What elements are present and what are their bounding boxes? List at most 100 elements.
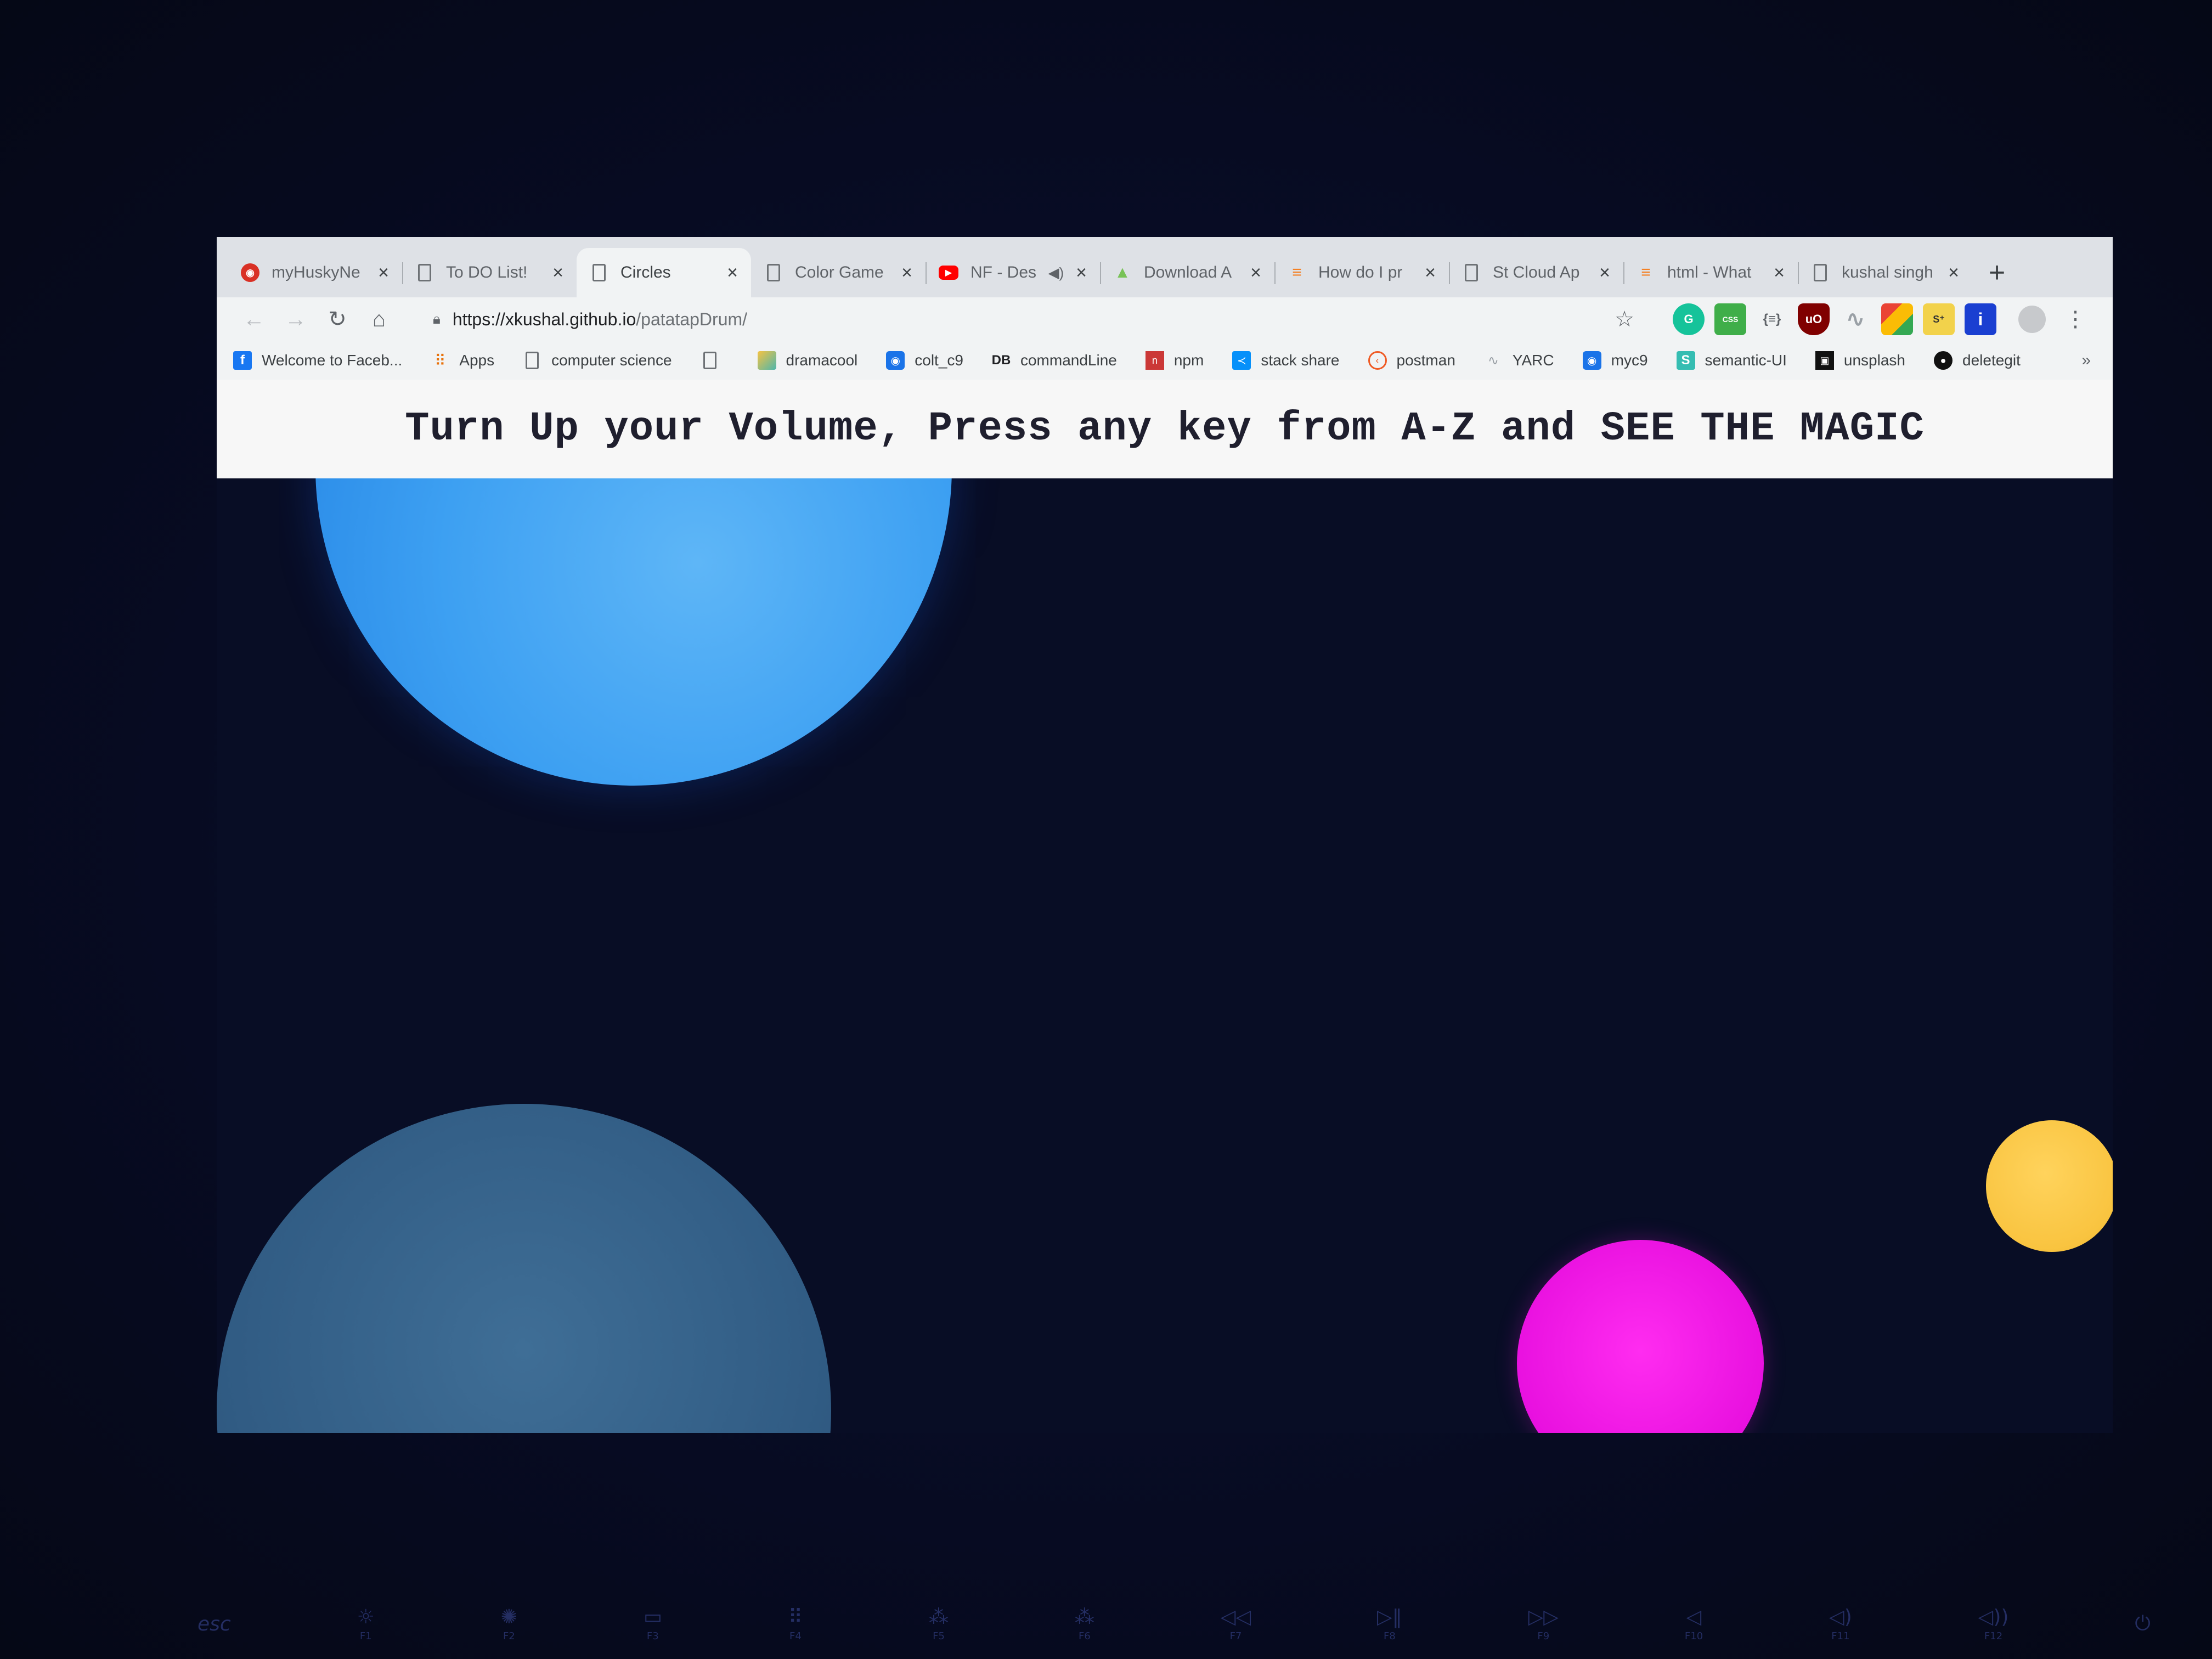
bookmark-apps[interactable]: ⠿ Apps — [431, 351, 494, 370]
close-icon[interactable]: × — [1774, 262, 1785, 284]
magenta-circle — [1517, 1240, 1764, 1433]
url-path: /patatapDrum/ — [636, 309, 748, 329]
tab-todo[interactable]: To DO List! × — [402, 248, 577, 297]
page-header: Turn Up your Volume, Press any key from … — [217, 380, 2113, 478]
github-icon: ● — [1934, 351, 1953, 370]
f6-key: ⁂ F6 — [1074, 1606, 1094, 1642]
unsplash-icon: ▣ — [1815, 351, 1834, 370]
tab-color-game[interactable]: Color Game × — [751, 248, 926, 297]
back-button[interactable]: ← — [233, 298, 275, 340]
brightness-up-icon: ✺ — [500, 1606, 517, 1628]
bookmark-commandline[interactable]: DB commandLine — [992, 351, 1117, 370]
document-icon — [590, 263, 608, 282]
bookmark-label: npm — [1173, 352, 1204, 369]
reload-button[interactable]: ↻ — [317, 298, 358, 340]
home-button[interactable]: ⌂ — [358, 298, 400, 340]
bookmark-postman[interactable]: ‹ postman — [1368, 351, 1455, 370]
css-extension-icon[interactable]: CSS — [1714, 303, 1746, 335]
photo-edge-artifact — [27, 22, 115, 66]
chevron-more-icon[interactable]: » — [2081, 351, 2091, 370]
bookmark-label: dramacool — [786, 352, 858, 369]
db-icon: DB — [991, 353, 1011, 368]
kebab-menu-icon[interactable]: ⋮ — [2064, 307, 2086, 332]
bookmark-star-icon[interactable]: ☆ — [1615, 307, 1634, 332]
tab-kushal-singh[interactable]: kushal singh × — [1798, 248, 1972, 297]
bookmark-colt-c9[interactable]: ◉ colt_c9 — [886, 351, 963, 370]
bookmark-untitled[interactable] — [701, 351, 729, 370]
keyboard-light-down-icon: ⁂ — [929, 1606, 949, 1628]
close-icon[interactable]: × — [901, 262, 912, 284]
f7-key: ◁◁ F7 — [1220, 1606, 1251, 1642]
apps-grid-icon: ⠿ — [435, 352, 446, 369]
sp-extension-icon[interactable]: S⁺ — [1923, 303, 1955, 335]
close-icon[interactable]: × — [727, 262, 738, 284]
mute-icon: ◁ — [1686, 1606, 1702, 1628]
bookmark-myc9[interactable]: ◉ myc9 — [1582, 351, 1648, 370]
bookmark-npm[interactable]: n npm — [1145, 351, 1204, 370]
document-icon — [1462, 263, 1481, 282]
tab-title: Download A — [1144, 263, 1232, 281]
bookmark-label: myc9 — [1611, 352, 1648, 369]
tab-nf[interactable]: ▶ NF - Des ◀) × — [926, 248, 1100, 297]
tab-strip: ◉ myHuskyNe × To DO List! × Circles × Co… — [217, 237, 2113, 297]
tab-title: To DO List! — [446, 263, 528, 281]
tab-circles[interactable]: Circles × — [577, 248, 751, 297]
close-icon[interactable]: × — [1425, 262, 1436, 284]
close-icon[interactable]: × — [378, 262, 389, 284]
stackshare-icon: ≺ — [1232, 351, 1251, 370]
bookmark-semantic-ui[interactable]: Ssemantic-UI — [1676, 351, 1787, 370]
wave-extension-icon[interactable]: ∿ — [1839, 303, 1871, 335]
close-icon[interactable]: × — [552, 262, 563, 284]
f10-key: ◁ F10 — [1684, 1606, 1703, 1642]
bookmark-label: colt_c9 — [915, 352, 963, 369]
new-tab-button[interactable]: + — [1972, 248, 2022, 297]
yellow-circle — [1986, 1120, 2113, 1252]
close-icon[interactable]: × — [1250, 262, 1261, 284]
esc-key: esc — [198, 1612, 231, 1635]
bookmark-dramacool[interactable]: dramacool — [757, 351, 858, 370]
browser-chrome: ◉ myHuskyNe × To DO List! × Circles × Co… — [217, 237, 2113, 478]
profile-avatar-icon[interactable] — [2018, 306, 2046, 333]
bookmark-computer-science[interactable]: computer science — [523, 351, 672, 370]
grammarly-icon[interactable]: G — [1673, 303, 1705, 335]
tab-html-what[interactable]: ≡ html - What × — [1623, 248, 1798, 297]
tab-title: Color Game — [795, 263, 884, 281]
browser-toolbar: ← → ↻ ⌂ 🔒︎ https://xkushal.github.io/pat… — [217, 297, 2113, 341]
stackoverflow-icon: ≡ — [1641, 263, 1651, 281]
npm-icon: n — [1145, 351, 1164, 370]
colorful-extension-icon[interactable] — [1881, 303, 1913, 335]
bookmark-yarc[interactable]: ∿ YARC — [1484, 351, 1554, 370]
bookmark-unsplash[interactable]: ▣ unsplash — [1815, 351, 1905, 370]
close-icon[interactable]: × — [1076, 262, 1087, 284]
monitor-screen: ◉ myHuskyNe × To DO List! × Circles × Co… — [217, 237, 2113, 1433]
bookmark-deletegit[interactable]: ● deletegit — [1934, 351, 2021, 370]
tab-myhusky[interactable]: ◉ myHuskyNe × — [228, 248, 402, 297]
close-icon[interactable]: × — [1948, 262, 1959, 284]
ublock-icon[interactable]: uO — [1798, 303, 1830, 335]
tab-how-do-i[interactable]: ≡ How do I pr × — [1274, 248, 1449, 297]
address-bar[interactable]: 🔒︎ https://xkushal.github.io/patatapDrum… — [416, 302, 1656, 337]
page-headline: Turn Up your Volume, Press any key from … — [405, 406, 1925, 452]
tab-download[interactable]: ▲ Download A × — [1100, 248, 1274, 297]
f11-key: ◁) F11 — [1829, 1606, 1852, 1642]
keyboard-light-up-icon: ⁂ — [1074, 1606, 1094, 1628]
eye-icon: ◉ — [886, 351, 905, 370]
bookmark-stack-share[interactable]: ≺ stack share — [1232, 351, 1340, 370]
tab-title: How do I pr — [1318, 263, 1403, 281]
close-icon[interactable]: × — [1599, 262, 1610, 284]
bookmark-label: computer science — [551, 352, 672, 369]
forward-button[interactable]: → — [275, 298, 317, 340]
f8-key: ▷‖ F8 — [1377, 1606, 1402, 1642]
document-icon — [701, 351, 719, 370]
bookmark-facebook[interactable]: f Welcome to Faceb... — [233, 351, 402, 370]
bookmark-label: semantic-UI — [1705, 352, 1787, 369]
tab-st-cloud[interactable]: St Cloud Ap × — [1449, 248, 1623, 297]
youtube-icon: ▶ — [939, 266, 958, 280]
drum-canvas[interactable] — [217, 478, 2113, 1433]
speaker-icon[interactable]: ◀) — [1048, 264, 1064, 281]
lock-icon: 🔒︎ — [433, 311, 441, 327]
info-extension-icon[interactable]: i — [1965, 303, 1996, 335]
bookmark-label: unsplash — [1843, 352, 1905, 369]
code-extension-icon[interactable]: {≡} — [1756, 303, 1788, 335]
tab-title: St Cloud Ap — [1493, 263, 1580, 281]
